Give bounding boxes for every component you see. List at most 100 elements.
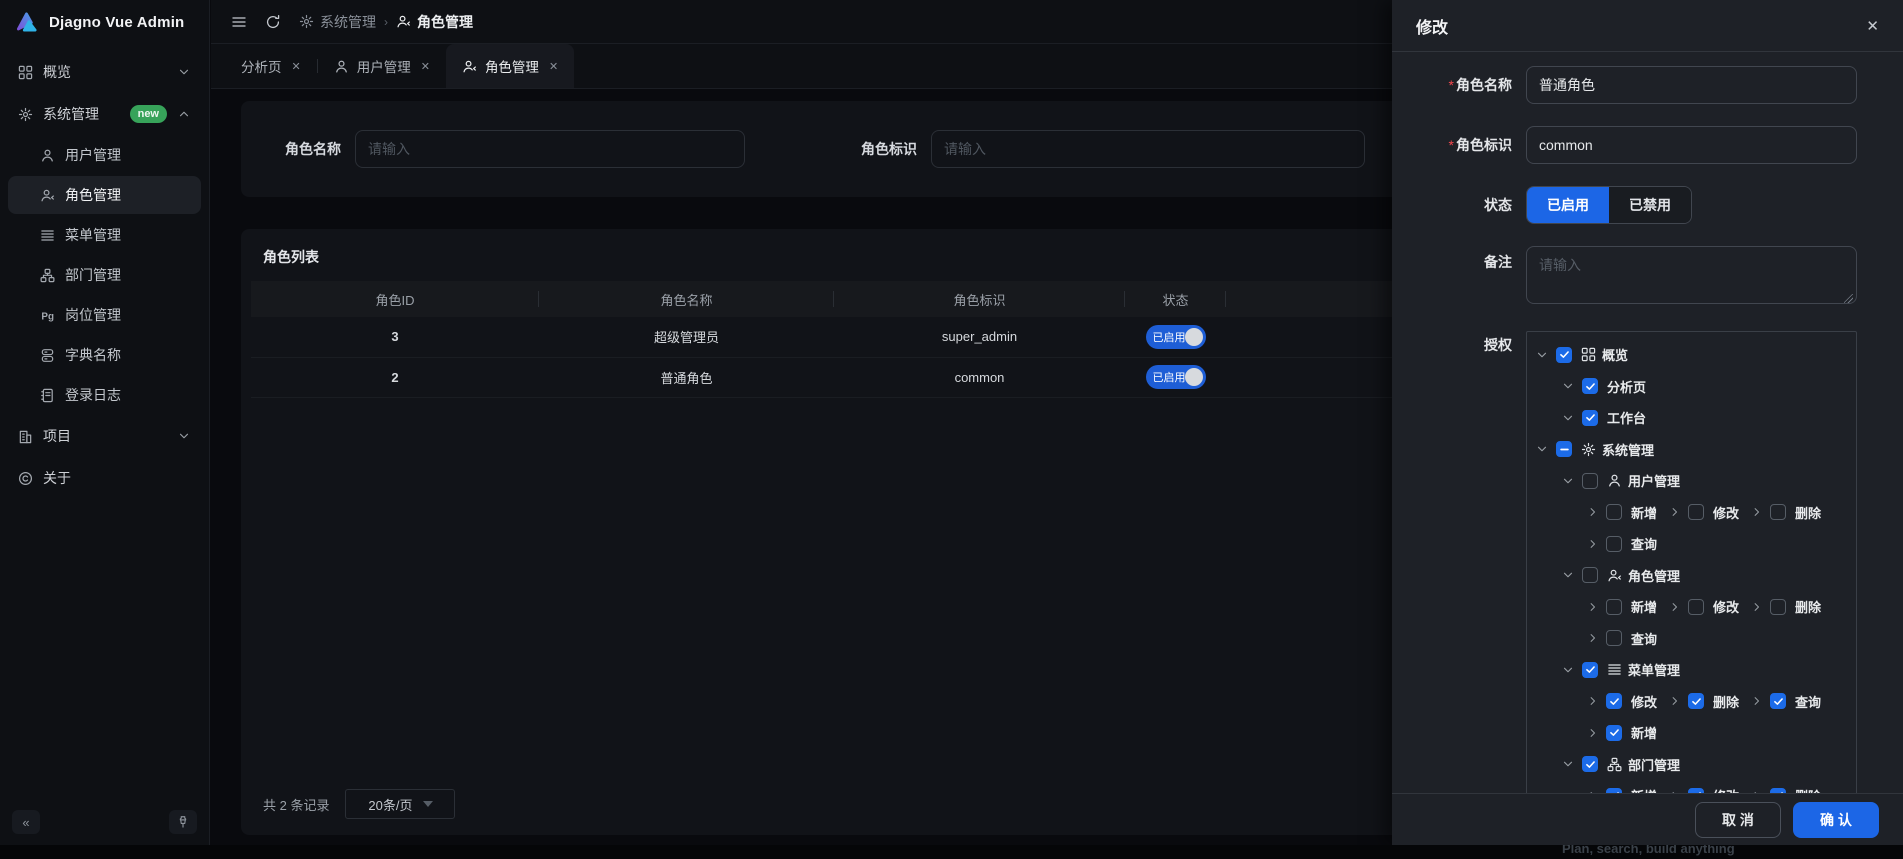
chevron-down-icon[interactable]	[1561, 663, 1575, 677]
chevron-right-icon[interactable]	[1751, 506, 1763, 518]
checkbox-checked[interactable]	[1606, 725, 1622, 741]
status-enabled-button[interactable]: 已启用	[1527, 187, 1609, 223]
chevron-down-icon[interactable]	[1561, 411, 1575, 425]
chevron-down-icon[interactable]	[1561, 757, 1575, 771]
tab-分析页[interactable]: 分析页 ✕	[225, 44, 317, 88]
status-toggle[interactable]: 已启用	[1146, 325, 1206, 349]
sidebar-item-菜单管理[interactable]: 菜单管理	[8, 216, 201, 254]
tree-node-查询[interactable]: 查询	[1587, 629, 1657, 648]
checkbox-unchecked[interactable]	[1582, 473, 1598, 489]
checkbox-unchecked[interactable]	[1582, 567, 1598, 583]
sidebar-item-字典名称[interactable]: 字典名称	[8, 336, 201, 374]
status-toggle[interactable]: 已启用	[1146, 365, 1206, 389]
tree-node-删除[interactable]: 删除	[1751, 597, 1821, 616]
chevron-right-icon[interactable]	[1587, 601, 1599, 613]
page-size-select[interactable]: 20条/页	[345, 789, 455, 819]
pin-sidebar-button[interactable]	[169, 810, 197, 834]
chevron-right-icon[interactable]	[1751, 695, 1763, 707]
chevron-down-icon[interactable]	[1561, 568, 1575, 582]
chevron-right-icon[interactable]	[1669, 695, 1681, 707]
tree-node-修改[interactable]: 修改	[1669, 503, 1739, 522]
chevron-right-icon[interactable]	[1669, 790, 1681, 793]
hamburger-menu-icon[interactable]	[231, 14, 247, 30]
role-name-input[interactable]	[1526, 66, 1857, 104]
checkbox-checked[interactable]	[1770, 788, 1786, 793]
tree-node-修改[interactable]: 修改	[1669, 597, 1739, 616]
confirm-button[interactable]: 确 认	[1793, 802, 1879, 838]
tree-node-系统管理[interactable]: 系统管理	[1535, 440, 1654, 459]
tree-node-删除[interactable]: 删除	[1669, 692, 1739, 711]
tree-node-概览[interactable]: 概览	[1535, 345, 1628, 364]
chevron-down-icon[interactable]	[1561, 379, 1575, 393]
tree-node-新增[interactable]: 新增	[1587, 503, 1657, 522]
close-tab-icon[interactable]: ✕	[292, 60, 301, 73]
checkbox-unchecked[interactable]	[1606, 504, 1622, 520]
chevron-right-icon[interactable]	[1587, 695, 1599, 707]
sidebar-item-登录日志[interactable]: 登录日志	[8, 376, 201, 414]
tree-node-角色管理[interactable]: 角色管理	[1561, 566, 1680, 585]
tree-node-新增[interactable]: 新增	[1587, 723, 1657, 742]
tree-node-部门管理[interactable]: 部门管理	[1561, 755, 1680, 774]
tree-node-菜单管理[interactable]: 菜单管理	[1561, 660, 1680, 679]
tree-node-工作台[interactable]: 工作台	[1561, 408, 1646, 427]
chevron-down-icon[interactable]	[1561, 474, 1575, 488]
tree-node-分析页[interactable]: 分析页	[1561, 377, 1646, 396]
checkbox-unchecked[interactable]	[1606, 599, 1622, 615]
checkbox-unchecked[interactable]	[1770, 599, 1786, 615]
tree-node-查询[interactable]: 查询	[1587, 534, 1657, 553]
sidebar-item-概览[interactable]: 概览	[8, 52, 201, 92]
sidebar-item-系统管理[interactable]: 系统管理 new	[8, 94, 201, 134]
sidebar-item-岗位管理[interactable]: Pg岗位管理	[8, 296, 201, 334]
chevron-right-icon[interactable]	[1751, 601, 1763, 613]
chevron-right-icon[interactable]	[1587, 790, 1599, 793]
checkbox-checked[interactable]	[1606, 788, 1622, 793]
tree-node-新增[interactable]: 新增	[1587, 597, 1657, 616]
chevron-down-icon[interactable]	[1535, 442, 1549, 456]
tree-node-新增[interactable]: 新增	[1587, 786, 1657, 793]
checkbox-checked[interactable]	[1606, 693, 1622, 709]
checkbox-checked[interactable]	[1556, 347, 1572, 363]
checkbox-indeterminate[interactable]	[1556, 441, 1572, 457]
sidebar-item-部门管理[interactable]: 部门管理	[8, 256, 201, 294]
tree-node-修改[interactable]: 修改	[1587, 692, 1657, 711]
checkbox-checked[interactable]	[1582, 378, 1598, 394]
tree-node-修改[interactable]: 修改	[1669, 786, 1739, 793]
checkbox-checked[interactable]	[1582, 662, 1598, 678]
resize-grip-icon[interactable]	[1844, 294, 1853, 303]
sidebar-item-用户管理[interactable]: 用户管理	[8, 136, 201, 174]
chevron-right-icon[interactable]	[1669, 601, 1681, 613]
checkbox-checked[interactable]	[1770, 693, 1786, 709]
close-tab-icon[interactable]: ✕	[421, 60, 430, 73]
chevron-right-icon[interactable]	[1587, 506, 1599, 518]
checkbox-checked[interactable]	[1688, 788, 1704, 793]
checkbox-unchecked[interactable]	[1688, 504, 1704, 520]
checkbox-checked[interactable]	[1688, 693, 1704, 709]
breadcrumb-item-角色管理[interactable]: 角色管理	[396, 12, 473, 32]
role-code-input[interactable]	[1526, 126, 1857, 164]
close-icon[interactable]: ✕	[1866, 17, 1879, 35]
tab-角色管理[interactable]: 角色管理 ✕	[446, 44, 574, 88]
sidebar-item-角色管理[interactable]: 角色管理	[8, 176, 201, 214]
sidebar-item-项目[interactable]: 项目	[8, 416, 201, 456]
tree-node-删除[interactable]: 删除	[1751, 503, 1821, 522]
checkbox-unchecked[interactable]	[1688, 599, 1704, 615]
chevron-right-icon[interactable]	[1751, 790, 1763, 793]
sidebar-item-关于[interactable]: 关于	[8, 458, 201, 498]
remark-textarea[interactable]	[1526, 246, 1857, 304]
checkbox-unchecked[interactable]	[1770, 504, 1786, 520]
checkbox-unchecked[interactable]	[1606, 536, 1622, 552]
chevron-right-icon[interactable]	[1669, 506, 1681, 518]
refresh-icon[interactable]	[265, 14, 281, 30]
checkbox-checked[interactable]	[1582, 756, 1598, 772]
chevron-right-icon[interactable]	[1587, 632, 1599, 644]
checkbox-unchecked[interactable]	[1606, 630, 1622, 646]
checkbox-checked[interactable]	[1582, 410, 1598, 426]
breadcrumb-item-系统管理[interactable]: 系统管理	[299, 12, 376, 32]
collapse-sidebar-button[interactable]: «	[12, 810, 40, 834]
tab-用户管理[interactable]: 用户管理 ✕	[318, 44, 446, 88]
chevron-right-icon[interactable]	[1587, 727, 1599, 739]
tree-node-查询[interactable]: 查询	[1751, 692, 1821, 711]
chevron-down-icon[interactable]	[1535, 348, 1549, 362]
tree-node-用户管理[interactable]: 用户管理	[1561, 471, 1680, 490]
close-tab-icon[interactable]: ✕	[549, 60, 558, 73]
